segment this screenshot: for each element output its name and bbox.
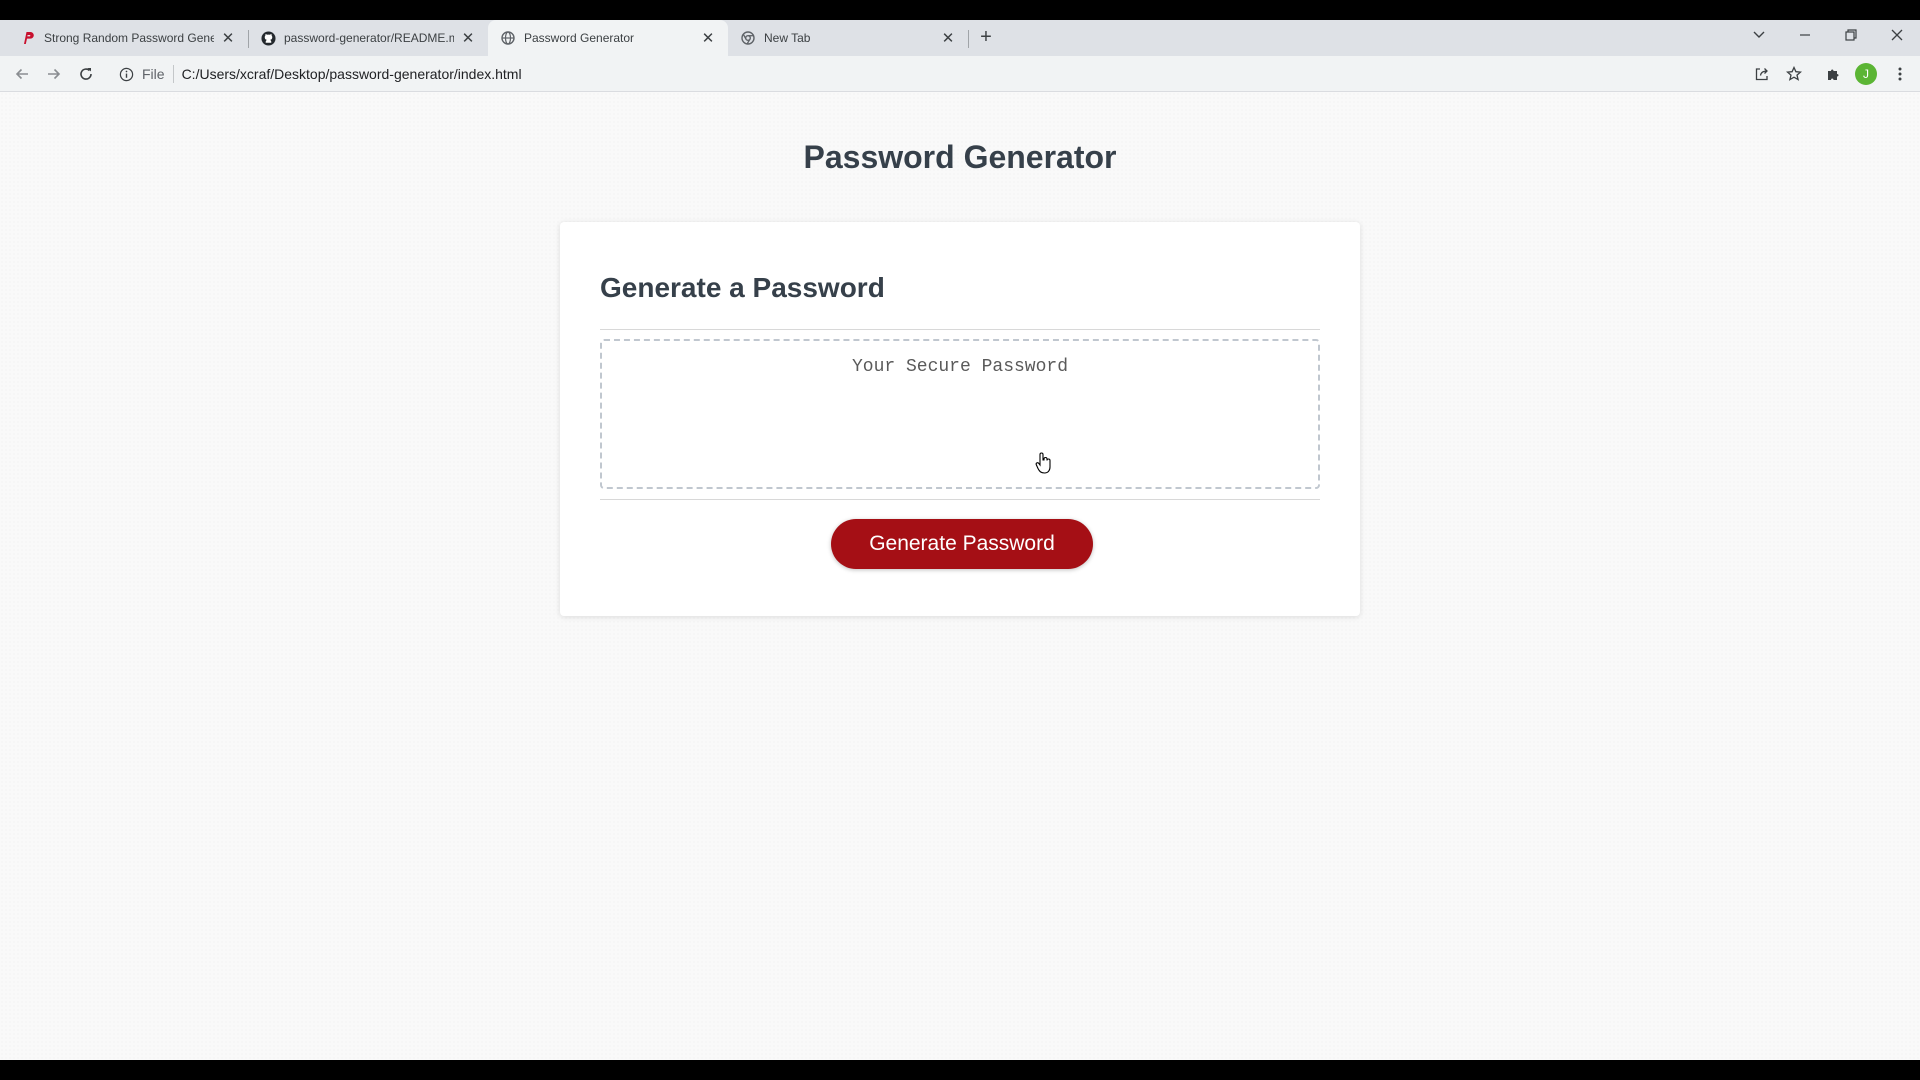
divider: [600, 329, 1320, 330]
back-arrow-icon[interactable]: [10, 62, 34, 86]
divider: [600, 499, 1320, 500]
scheme-label: File: [142, 65, 174, 83]
page-viewport: Password Generator Generate a Password G…: [0, 92, 1920, 1060]
new-tab-button[interactable]: +: [976, 27, 996, 48]
tab-new-tab[interactable]: New Tab ✕: [728, 20, 968, 56]
tab-title: New Tab: [764, 31, 811, 45]
address-bar[interactable]: File C:/Users/xcraf/Desktop/password-gen…: [110, 60, 1750, 88]
minimize-icon[interactable]: [1790, 22, 1820, 48]
tab-password-generator[interactable]: Password Generator ✕: [488, 20, 728, 56]
tab-title: Strong Random Password Gener: [44, 31, 214, 45]
close-tab-icon[interactable]: ✕: [700, 30, 716, 47]
screen-border-top: [0, 0, 1920, 20]
profile-avatar[interactable]: J: [1855, 63, 1877, 85]
tab-search-chevron-icon[interactable]: [1744, 22, 1774, 48]
tab-title: Password Generator: [524, 31, 635, 45]
password-site-icon: [20, 30, 36, 46]
password-output-field[interactable]: [600, 339, 1320, 489]
forward-arrow-icon[interactable]: [42, 62, 66, 86]
browser-toolbar: File C:/Users/xcraf/Desktop/password-gen…: [0, 56, 1920, 92]
hand-pointer-cursor-icon: [1035, 452, 1053, 474]
password-card: Generate a Password Generate Password: [560, 222, 1360, 616]
tab-title: password-generator/README.m: [284, 31, 454, 45]
share-icon[interactable]: [1750, 62, 1774, 86]
tab-github-readme[interactable]: password-generator/README.m ✕: [248, 20, 488, 56]
close-tab-icon[interactable]: ✕: [940, 30, 956, 47]
url-text[interactable]: C:/Users/xcraf/Desktop/password-generato…: [182, 66, 522, 82]
tab-strong-random-password[interactable]: Strong Random Password Gener ✕: [8, 20, 248, 56]
generate-password-button[interactable]: Generate Password: [831, 519, 1093, 569]
tab-strip: Strong Random Password Gener ✕ password-…: [0, 20, 1920, 56]
screen-border-bottom: [0, 1060, 1920, 1080]
bookmark-star-icon[interactable]: [1782, 62, 1806, 86]
restore-icon[interactable]: [1836, 22, 1866, 48]
info-icon[interactable]: [118, 66, 134, 82]
kebab-menu-icon[interactable]: [1888, 62, 1912, 86]
close-tab-icon[interactable]: ✕: [220, 30, 236, 47]
chrome-icon: [740, 30, 756, 46]
page-title: Password Generator: [803, 139, 1117, 175]
github-icon: [260, 30, 276, 46]
extensions-puzzle-icon[interactable]: [1822, 62, 1846, 86]
reload-icon[interactable]: [74, 62, 98, 86]
tab-separator: [968, 30, 969, 48]
close-tab-icon[interactable]: ✕: [460, 30, 476, 47]
close-window-icon[interactable]: [1882, 22, 1912, 48]
globe-icon: [500, 30, 516, 46]
card-heading: Generate a Password: [600, 272, 885, 303]
